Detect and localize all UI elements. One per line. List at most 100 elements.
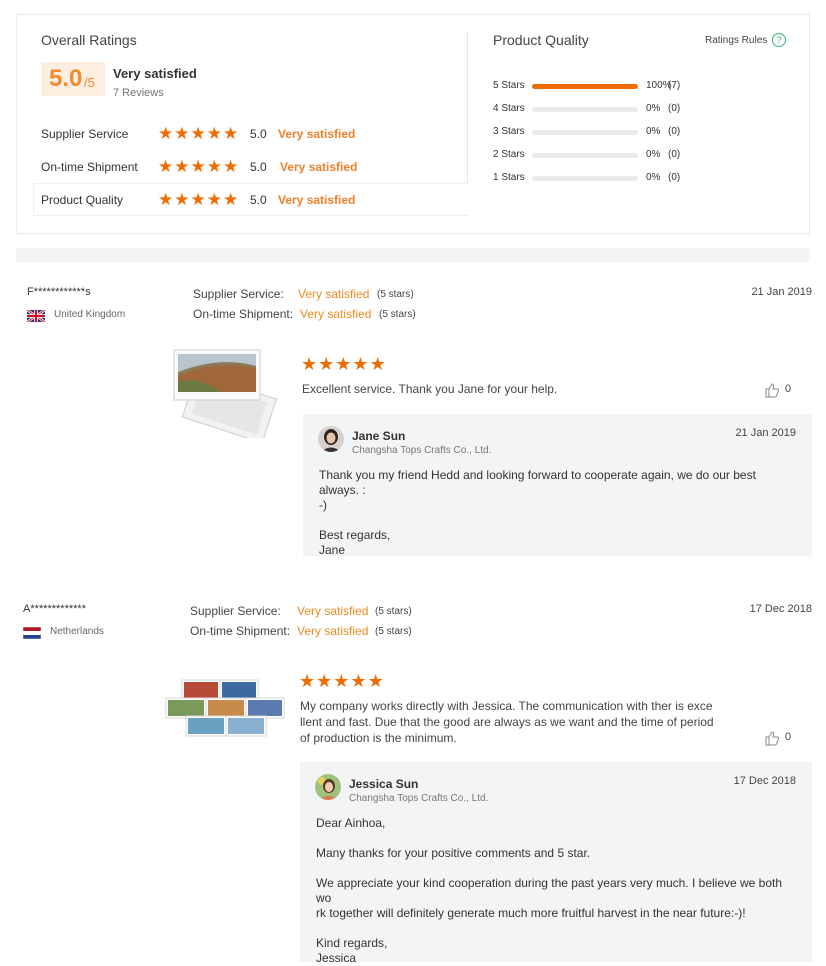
star-icon: ★ bbox=[190, 157, 207, 176]
distribution-count: (0) bbox=[668, 103, 681, 114]
star-icon: ★ bbox=[158, 157, 175, 176]
supplier-service-label: Supplier Service: bbox=[190, 604, 281, 618]
reviews-count[interactable]: 7 Reviews bbox=[113, 87, 164, 99]
distribution-label: 1 Stars bbox=[493, 172, 525, 183]
star-icon: ★ bbox=[223, 157, 240, 176]
shipment-stars: (5 stars) bbox=[379, 309, 416, 320]
shipment-label: On-time Shipment: bbox=[190, 624, 291, 638]
overall-score-denominator: /5 bbox=[84, 75, 95, 90]
rating-row-value: 5.0 bbox=[250, 160, 267, 174]
supplier-service-stars: (5 stars) bbox=[375, 606, 412, 617]
star-icon: ★ bbox=[206, 157, 223, 176]
netherlands-flag bbox=[22, 626, 42, 640]
ratings-rules-link[interactable]: Ratings Rules bbox=[705, 35, 767, 46]
question-circle-icon[interactable]: ? bbox=[772, 33, 786, 47]
distribution-count: (0) bbox=[668, 149, 681, 160]
review-star-rating: ★★★★★ bbox=[301, 354, 387, 374]
star-icon: ★ bbox=[299, 671, 317, 691]
distribution-percent: 0% bbox=[646, 103, 661, 114]
shipment-label: On-time Shipment: bbox=[193, 307, 294, 321]
shipment-value: Very satisfied bbox=[300, 307, 372, 321]
star-icon: ★ bbox=[350, 671, 368, 691]
star-icon: ★ bbox=[367, 671, 385, 691]
reviewer-name: A************* bbox=[23, 603, 86, 615]
reply-paragraph: Many thanks for your positive comments a… bbox=[316, 846, 591, 860]
product-photo[interactable] bbox=[164, 676, 286, 740]
star-icon: ★ bbox=[318, 354, 336, 374]
shipment-value: Very satisfied bbox=[297, 624, 369, 638]
star-icon: ★ bbox=[335, 354, 353, 374]
reply-paragraph: We appreciate your kind cooperation duri… bbox=[316, 876, 783, 920]
star-icon: ★ bbox=[174, 157, 191, 176]
distribution-bar bbox=[532, 130, 638, 135]
distribution-percent: 0% bbox=[646, 149, 661, 160]
distribution-count: (0) bbox=[668, 172, 681, 183]
star-icon: ★ bbox=[174, 190, 191, 209]
reply-date: 21 Jan 2019 bbox=[735, 427, 796, 439]
distribution-count: (0) bbox=[668, 126, 681, 137]
distribution-bar bbox=[532, 153, 638, 158]
star-icon: ★ bbox=[190, 124, 207, 143]
shipment-stars: (5 stars) bbox=[375, 626, 412, 637]
distribution-label: 5 Stars bbox=[493, 80, 525, 91]
star-icon: ★ bbox=[174, 124, 191, 143]
reply-paragraph: Kind regards, Jessica bbox=[316, 936, 388, 965]
review-date: 17 Dec 2018 bbox=[749, 603, 812, 615]
supplier-service-value: Very satisfied bbox=[298, 287, 370, 301]
supplier-service-value: Very satisfied bbox=[297, 604, 369, 618]
star-icon: ★ bbox=[223, 124, 240, 143]
distribution-label: 4 Stars bbox=[493, 103, 525, 114]
distribution-label: 3 Stars bbox=[493, 126, 525, 137]
star-rating: ★★★★★ bbox=[158, 191, 239, 208]
distribution-percent: 0% bbox=[646, 172, 661, 183]
distribution-bar-fill bbox=[532, 84, 638, 89]
section-separator bbox=[16, 248, 810, 262]
reply-paragraph: Thank you my friend Hedd and looking for… bbox=[319, 468, 756, 512]
thumbs-up-icon[interactable] bbox=[764, 730, 780, 746]
reviewer-country: United Kingdom bbox=[54, 309, 126, 320]
star-rating: ★★★★★ bbox=[158, 125, 239, 142]
rating-row-value: 5.0 bbox=[250, 193, 267, 207]
star-icon: ★ bbox=[352, 354, 370, 374]
reply-message: Thank you my friend Hedd and looking for… bbox=[319, 468, 798, 558]
star-icon: ★ bbox=[206, 124, 223, 143]
rating-row-label: On-time Shipment bbox=[41, 160, 138, 174]
distribution-bar bbox=[532, 176, 638, 181]
avatar bbox=[318, 426, 344, 452]
like-count: 0 bbox=[785, 383, 792, 395]
summary-divider bbox=[467, 32, 468, 184]
uk-flag bbox=[26, 309, 46, 323]
reply-paragraph: Dear Ainhoa, bbox=[316, 816, 386, 830]
star-icon: ★ bbox=[223, 190, 240, 209]
avatar bbox=[315, 774, 341, 800]
distribution-bar bbox=[532, 107, 638, 112]
like-count: 0 bbox=[785, 731, 792, 743]
overall-score: 5.0 bbox=[49, 65, 83, 92]
reply-author-company: Changsha Tops Crafts Co., Ltd. bbox=[352, 445, 492, 456]
thumbs-up-icon[interactable] bbox=[764, 382, 780, 398]
star-icon: ★ bbox=[333, 671, 351, 691]
review-date: 21 Jan 2019 bbox=[751, 286, 812, 298]
reply-date: 17 Dec 2018 bbox=[733, 775, 796, 787]
overall-score-badge: 5.0 /5 bbox=[41, 62, 105, 96]
star-icon: ★ bbox=[316, 671, 334, 691]
supplier-service-label: Supplier Service: bbox=[193, 287, 284, 301]
supplier-service-stars: (5 stars) bbox=[377, 289, 414, 300]
reply-author-name: Jane Sun bbox=[352, 429, 406, 443]
reply-author-name: Jessica Sun bbox=[349, 777, 419, 791]
product-photo[interactable] bbox=[170, 346, 280, 444]
distribution-label: 2 Stars bbox=[493, 149, 525, 160]
distribution-percent: 0% bbox=[646, 126, 661, 137]
star-rating: ★★★★★ bbox=[158, 158, 239, 175]
star-icon: ★ bbox=[206, 190, 223, 209]
reviewer-country: Netherlands bbox=[50, 626, 104, 637]
rating-row-verdict: Very satisfied bbox=[280, 160, 358, 174]
star-icon: ★ bbox=[190, 190, 207, 209]
reply-author-company: Changsha Tops Crafts Co., Ltd. bbox=[349, 793, 489, 804]
star-icon: ★ bbox=[301, 354, 319, 374]
rating-row-label: Supplier Service bbox=[41, 127, 129, 141]
rating-row-value: 5.0 bbox=[250, 127, 267, 141]
product-quality-title: Product Quality bbox=[493, 32, 589, 48]
distribution-bar bbox=[532, 84, 638, 89]
star-icon: ★ bbox=[369, 354, 387, 374]
